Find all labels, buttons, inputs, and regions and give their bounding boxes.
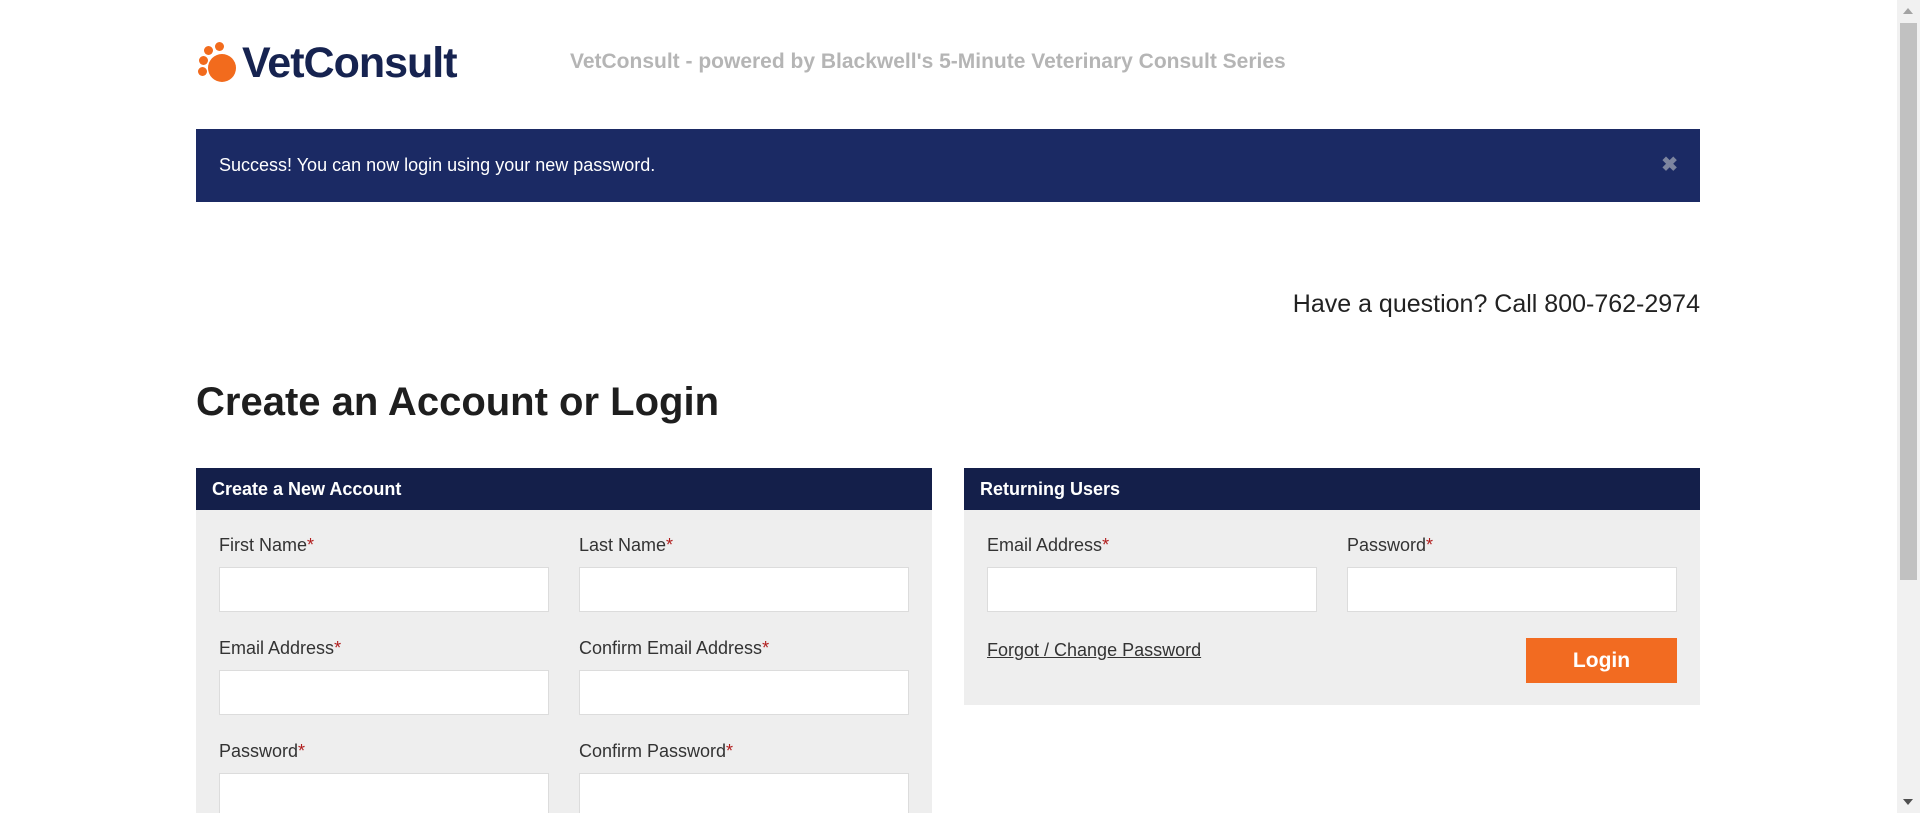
email-field: Email Address* [219,636,549,715]
scroll-up-icon[interactable] [1903,8,1913,14]
returning-users-header: Returning Users [964,468,1700,510]
first-name-label: First Name* [219,535,315,555]
paw-icon [196,42,238,84]
login-email-label: Email Address* [987,535,1110,555]
forgot-password-link[interactable]: Forgot / Change Password [987,640,1201,661]
last-name-field: Last Name* [579,533,909,612]
email-label: Email Address* [219,638,342,658]
contact-question: Have a question? Call 800-762-2974 [1292,290,1700,318]
logo-text: VetConsult [242,38,458,87]
login-email-input[interactable] [987,567,1317,612]
confirm-password-field: Confirm Password* [579,739,909,813]
create-account-panel: Create a New Account First Name* Last Na… [196,468,932,813]
page: VetConsult VetConsult - powered by Black… [0,0,1920,813]
password-input[interactable] [219,773,549,813]
alert-message: Success! You can now login using your ne… [219,155,656,175]
success-alert: Success! You can now login using your ne… [196,129,1700,202]
page-title: Create an Account or Login [196,380,720,424]
page-scrollbar[interactable] [1897,0,1920,813]
password-field: Password* [219,739,549,813]
confirm-email-input[interactable] [579,670,909,715]
returning-users-panel: Returning Users Email Address* Password*… [964,468,1700,705]
scroll-down-icon[interactable] [1903,799,1913,805]
login-button[interactable]: Login [1526,638,1677,683]
last-name-input[interactable] [579,567,909,612]
scroll-thumb[interactable] [1900,23,1917,580]
email-input[interactable] [219,670,549,715]
confirm-email-field: Confirm Email Address* [579,636,909,715]
confirm-password-label: Confirm Password* [579,741,734,761]
first-name-field: First Name* [219,533,549,612]
login-password-input[interactable] [1347,567,1677,612]
logo[interactable]: VetConsult [196,38,458,88]
login-password-field: Password* [1347,533,1677,612]
site-tagline: VetConsult - powered by Blackwell's 5-Mi… [570,50,1286,73]
password-label: Password* [219,741,306,761]
close-icon[interactable]: ✖ [1661,153,1678,177]
confirm-password-input[interactable] [579,773,909,813]
confirm-email-label: Confirm Email Address* [579,638,770,658]
create-account-header: Create a New Account [196,468,932,510]
last-name-label: Last Name* [579,535,674,555]
first-name-input[interactable] [219,567,549,612]
login-password-label: Password* [1347,535,1434,555]
login-email-field: Email Address* [987,533,1317,612]
